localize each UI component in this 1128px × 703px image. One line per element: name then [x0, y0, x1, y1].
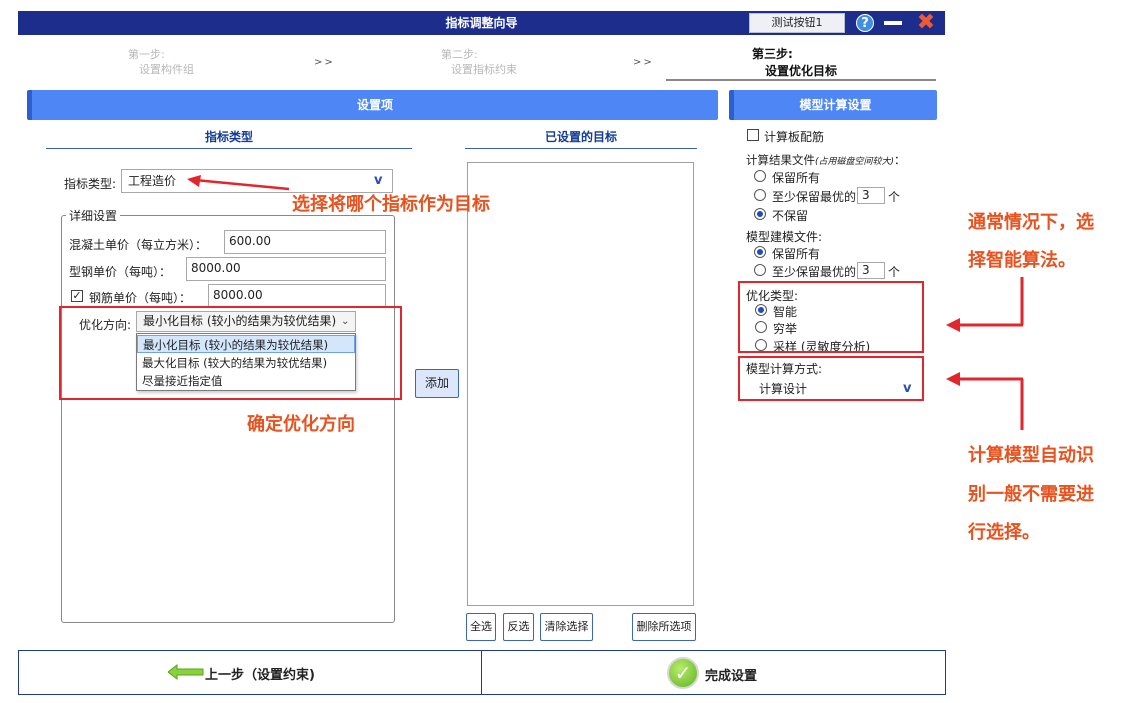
annotation-box-direction [59, 306, 402, 400]
annotation-box-calc-method [738, 356, 924, 401]
detail-settings-legend: 详细设置 [66, 207, 121, 224]
rebar-price-checkbox[interactable]: ✓ [71, 290, 83, 302]
step-separator: >> [633, 57, 654, 68]
rebar-price-input[interactable]: 8000.00 [208, 284, 386, 308]
model-file-label: 模型建模文件: [746, 230, 823, 244]
model-keep-best-unit: 个 [888, 265, 901, 279]
title-bar: 指标调整向导 测试按钮1 ? ✖ [18, 11, 945, 35]
concrete-price-label: 混凝土单价（每立方米）： [69, 238, 208, 252]
result-keep-best-radio[interactable] [754, 189, 766, 201]
chevron-down-icon: v [374, 173, 383, 188]
clear-selection-button[interactable]: 清除选择 [540, 613, 593, 641]
concrete-price-input[interactable]: 600.00 [224, 230, 386, 254]
annotation-index-note: 选择将哪个指标作为目标 [292, 194, 490, 215]
index-type-header: 指标类型 [46, 128, 412, 149]
select-all-button[interactable]: 全选 [466, 613, 496, 641]
annotation-direction-note: 确定优化方向 [247, 414, 355, 435]
result-keep-best-count[interactable]: 3 [857, 187, 885, 204]
calc-slab-rebar-checkbox[interactable] [747, 129, 759, 141]
result-keep-best-unit: 个 [888, 190, 901, 204]
minimize-icon[interactable] [884, 21, 902, 25]
model-keep-best-count[interactable]: 3 [857, 262, 885, 279]
help-icon[interactable]: ? [856, 14, 874, 32]
annotation-algo-note-2: 择智能算法。 [968, 250, 1076, 271]
step-3-subtitle: 设置优化目标 [765, 64, 838, 78]
configured-targets-header: 已设置的目标 [465, 128, 697, 149]
annotation-algo-note-1: 通常情况下，选 [968, 212, 1094, 233]
model-keep-best-label: 至少保留最优的 [772, 265, 857, 279]
test-button[interactable]: 测试按钮1 [749, 13, 845, 33]
step-separator: >> [314, 57, 335, 68]
step-2-subtitle: 设置指标约束 [451, 63, 517, 76]
invert-selection-button[interactable]: 反选 [503, 613, 534, 641]
back-arrow-icon [168, 664, 204, 680]
annotation-box-opt-type [738, 281, 924, 353]
model-calc-header: 模型计算设置 [729, 90, 937, 120]
calc-slab-rebar-label: 计算板配筋 [764, 130, 825, 144]
step-2-title: 第二步: [441, 48, 478, 61]
result-keep-all-label: 保留所有 [772, 171, 821, 185]
annotation-arrow-index [187, 175, 290, 191]
previous-step-label: 上一步（设置约束) [205, 668, 315, 683]
annotation-arrow-calc-method [946, 372, 1024, 430]
index-type-label: 指标类型: [64, 177, 117, 191]
steel-price-input[interactable]: 8000.00 [186, 257, 386, 281]
check-circle-icon: ✓ [667, 657, 699, 689]
model-keep-all-radio[interactable] [754, 246, 766, 258]
result-none-label: 不保留 [772, 209, 809, 223]
close-icon[interactable]: ✖ [914, 11, 938, 35]
model-keep-all-label: 保留所有 [772, 247, 821, 261]
delete-selected-button[interactable]: 删除所选项 [632, 613, 696, 641]
annotation-model-note-2: 别一般不需要进 [968, 484, 1094, 505]
steel-price-label: 型钢单价（每吨）： [69, 265, 172, 279]
model-keep-best-radio[interactable] [754, 264, 766, 276]
rebar-price-label: 钢筋单价（每吨）： [89, 291, 192, 305]
annotation-model-note-3: 行选择。 [968, 522, 1040, 543]
index-type-value: 工程造价 [128, 174, 177, 188]
annotation-model-note-1: 计算模型自动识 [968, 445, 1094, 466]
annotation-arrow-opt-type [946, 277, 1024, 332]
result-keep-best-label: 至少保留最优的 [772, 190, 857, 204]
add-button[interactable]: 添加 [415, 369, 459, 398]
step-1-subtitle: 设置构件组 [139, 63, 194, 76]
result-keep-all-radio[interactable] [754, 170, 766, 182]
active-step-indicator [666, 79, 936, 81]
step-3-title: 第三步: [752, 47, 793, 61]
result-none-radio[interactable] [754, 208, 766, 220]
step-1-title: 第一步: [128, 48, 165, 61]
configured-targets-list[interactable] [467, 162, 694, 606]
result-file-label: 计算结果文件(占用磁盘空间较大)： [746, 153, 906, 167]
settings-header: 设置项 [27, 90, 718, 120]
finish-label: 完成设置 [705, 669, 758, 684]
